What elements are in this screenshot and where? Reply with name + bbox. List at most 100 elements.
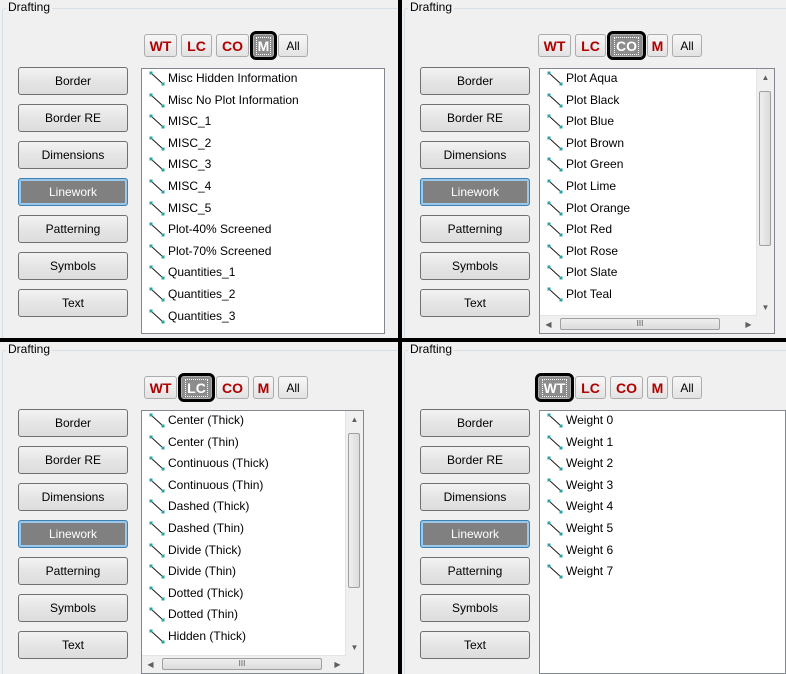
filter-button-wt[interactable]: WT [538,34,571,57]
category-button-linework[interactable]: Linework [420,520,530,548]
category-button-dimensions[interactable]: Dimensions [18,483,128,511]
category-button-symbols[interactable]: Symbols [420,594,530,622]
list-item[interactable]: Weight 3 [540,476,785,498]
filter-button-wt[interactable]: WT [535,373,574,402]
scroll-right-arrow-icon[interactable]: ▶ [740,316,757,333]
list-item[interactable]: Plot Slate [540,263,774,285]
category-button-patterning[interactable]: Patterning [18,557,128,585]
category-button-symbols[interactable]: Symbols [18,252,128,280]
category-button-dimensions[interactable]: Dimensions [420,141,530,169]
style-list[interactable]: Weight 0 Weight 1 Weight 2 Weight 3 Weight 4… [539,410,786,674]
category-button-border-re[interactable]: Border RE [18,446,128,474]
list-item[interactable]: Center (Thick) [142,411,363,433]
filter-button-co[interactable]: CO [607,31,646,60]
list-item[interactable]: Weight 7 [540,562,785,584]
style-list[interactable]: Plot Aqua Plot Black Plot Blue Plot Brown Pl… [539,68,775,334]
list-item[interactable]: Dotted (Thick) [142,584,363,606]
list-item[interactable]: Divide (Thin) [142,562,363,584]
filter-button-co[interactable]: CO [216,376,249,399]
category-button-border[interactable]: Border [18,67,128,95]
filter-button-co[interactable]: CO [216,34,249,57]
filter-button-lc[interactable]: LC [575,376,606,399]
filter-button-all[interactable]: All [672,34,702,57]
filter-button-wt[interactable]: WT [144,34,177,57]
list-item[interactable]: Quantities_2 [142,285,384,307]
category-button-border-re[interactable]: Border RE [18,104,128,132]
list-item[interactable]: MISC_2 [142,134,384,156]
filter-button-m[interactable]: M [250,31,277,60]
category-button-patterning[interactable]: Patterning [18,215,128,243]
list-item[interactable]: Weight 5 [540,519,785,541]
scroll-down-arrow-icon[interactable]: ▼ [346,639,363,656]
style-list[interactable]: Center (Thick) Center (Thin) Continuous (T… [141,410,364,674]
category-button-patterning[interactable]: Patterning [420,557,530,585]
category-button-text[interactable]: Text [420,631,530,659]
vertical-scrollbar[interactable]: ▲ ▼ [756,69,774,316]
filter-button-m[interactable]: M [647,34,668,57]
category-button-dimensions[interactable]: Dimensions [18,141,128,169]
category-button-border[interactable]: Border [420,409,530,437]
list-item[interactable]: Dashed (Thick) [142,497,363,519]
category-button-patterning[interactable]: Patterning [420,215,530,243]
filter-button-lc[interactable]: LC [178,373,215,402]
horizontal-scrollbar[interactable]: ◀ III ▶ [540,315,757,333]
list-item[interactable]: Continuous (Thin) [142,476,363,498]
list-item[interactable]: Plot Teal [540,285,774,307]
filter-button-m[interactable]: M [253,376,274,399]
filter-button-all[interactable]: All [278,34,308,57]
scroll-left-arrow-icon[interactable]: ◀ [540,316,557,333]
list-item[interactable]: Weight 0 [540,411,785,433]
filter-button-wt[interactable]: WT [144,376,177,399]
category-button-border-re[interactable]: Border RE [420,104,530,132]
list-item[interactable]: Divide (Thick) [142,541,363,563]
category-button-symbols[interactable]: Symbols [420,252,530,280]
list-item[interactable]: Plot Lime [540,177,774,199]
category-button-linework[interactable]: Linework [18,520,128,548]
list-item[interactable]: Center (Thin) [142,433,363,455]
category-button-symbols[interactable]: Symbols [18,594,128,622]
list-item[interactable]: Plot Green [540,155,774,177]
scroll-right-arrow-icon[interactable]: ▶ [329,656,346,673]
list-item[interactable]: MISC_3 [142,155,384,177]
scroll-left-arrow-icon[interactable]: ◀ [142,656,159,673]
filter-button-lc[interactable]: LC [575,34,606,57]
scrollbar-thumb[interactable] [348,433,360,588]
filter-button-m[interactable]: M [647,376,668,399]
list-item[interactable]: Quantities_3 [142,307,384,329]
category-button-text[interactable]: Text [18,631,128,659]
category-button-linework[interactable]: Linework [420,178,530,206]
scrollbar-thumb[interactable]: III [560,318,720,330]
list-item[interactable]: Weight 6 [540,541,785,563]
filter-button-co[interactable]: CO [610,376,643,399]
list-item[interactable]: Hidden (Thick) [142,627,363,649]
list-item[interactable]: Plot Brown [540,134,774,156]
vertical-scrollbar[interactable]: ▲ ▼ [345,411,363,656]
list-item[interactable]: Plot Rose [540,242,774,264]
style-list[interactable]: Misc Hidden Information Misc No Plot Info… [141,68,385,334]
list-item[interactable]: Continuous (Thick) [142,454,363,476]
scrollbar-thumb[interactable] [759,91,771,246]
list-item[interactable]: Plot Red [540,220,774,242]
list-item[interactable]: Plot Blue [540,112,774,134]
scrollbar-thumb[interactable]: III [162,658,322,670]
category-button-border[interactable]: Border [18,409,128,437]
list-item[interactable]: Dotted (Thin) [142,605,363,627]
horizontal-scrollbar[interactable]: ◀ III ▶ [142,655,346,673]
list-item[interactable]: Plot Orange [540,199,774,221]
list-item[interactable]: Quantities_1 [142,263,384,285]
list-item[interactable]: Plot-40% Screened [142,220,384,242]
list-item[interactable]: Weight 4 [540,497,785,519]
list-item[interactable]: Dashed (Thin) [142,519,363,541]
filter-button-all[interactable]: All [672,376,702,399]
list-item[interactable]: Weight 1 [540,433,785,455]
list-item[interactable]: MISC_4 [142,177,384,199]
list-item[interactable]: Plot Aqua [540,69,774,91]
list-item[interactable]: MISC_1 [142,112,384,134]
category-button-text[interactable]: Text [420,289,530,317]
category-button-border[interactable]: Border [420,67,530,95]
category-button-border-re[interactable]: Border RE [420,446,530,474]
list-item[interactable]: Plot-70% Screened [142,242,384,264]
list-item[interactable]: MISC_5 [142,199,384,221]
scroll-up-arrow-icon[interactable]: ▲ [757,69,774,86]
category-button-text[interactable]: Text [18,289,128,317]
